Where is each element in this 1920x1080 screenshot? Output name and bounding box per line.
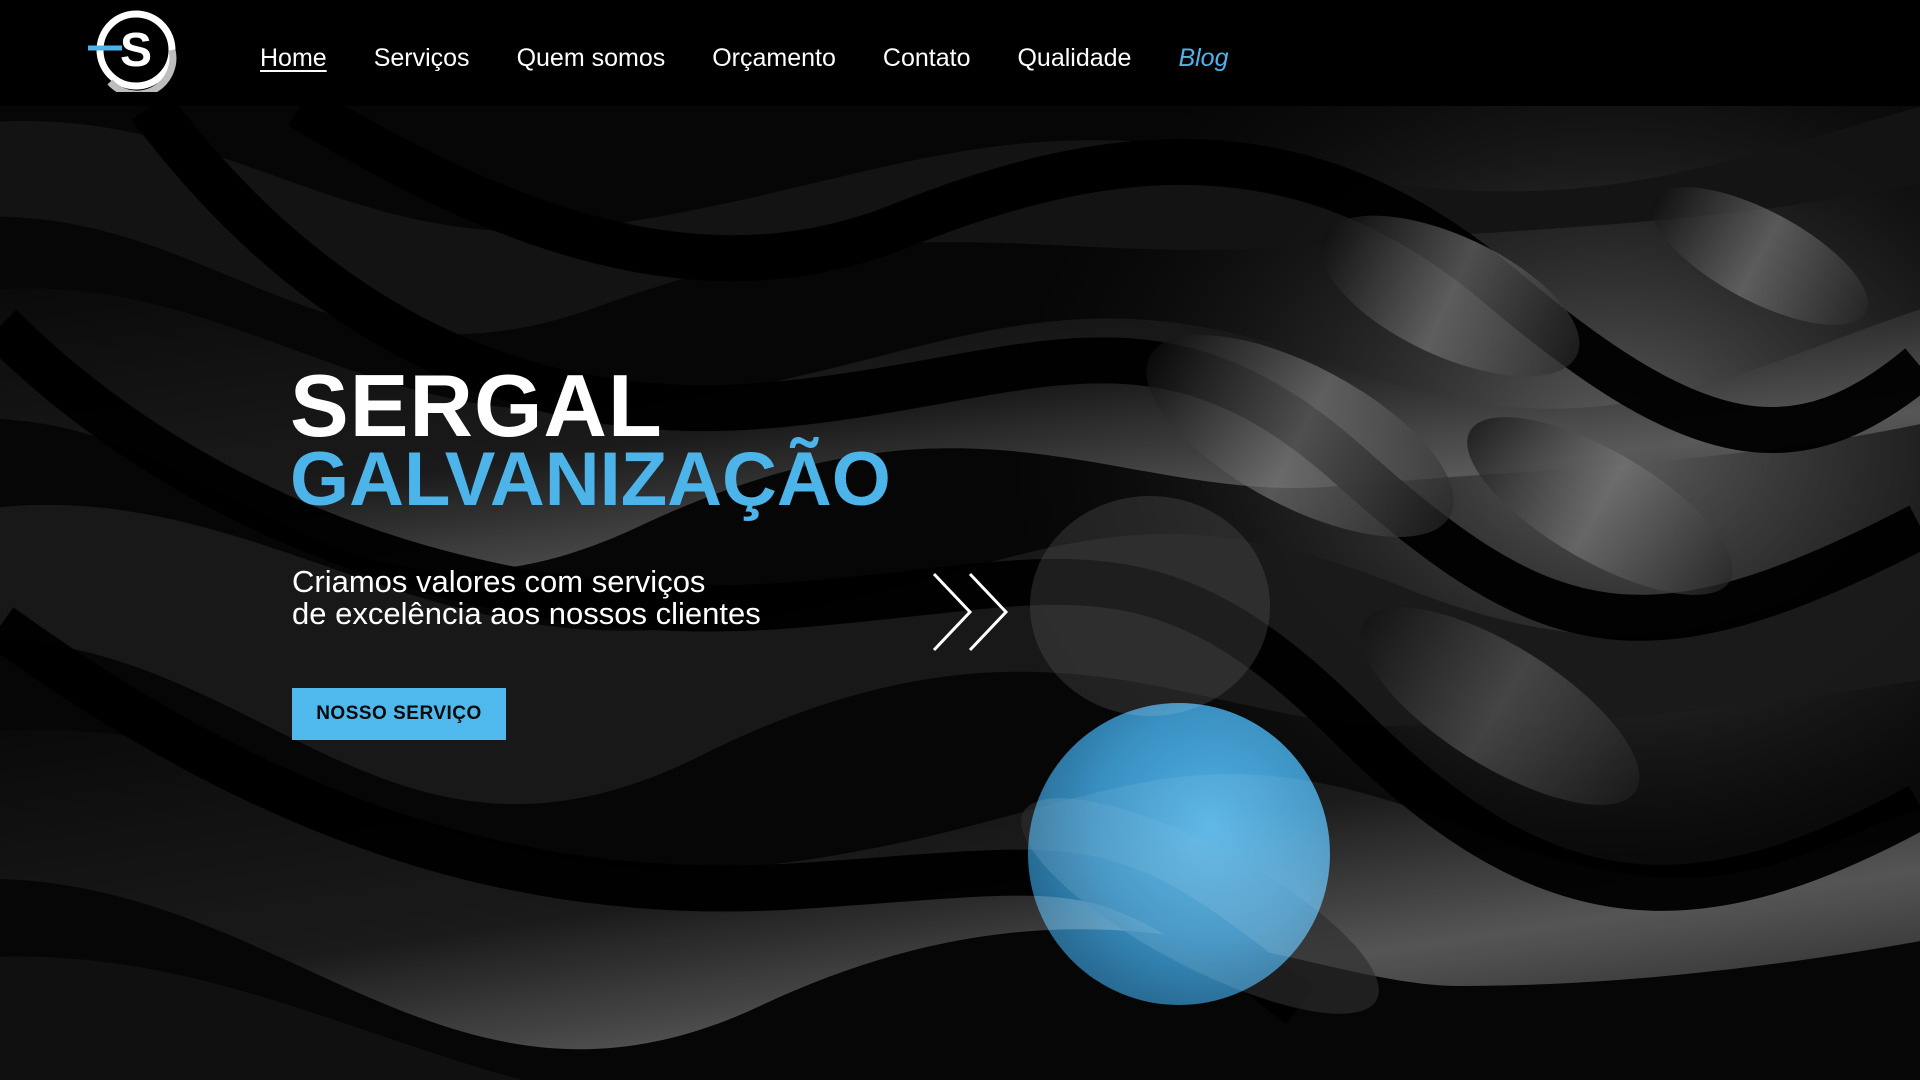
nav-quem-somos[interactable]: Quem somos (517, 44, 666, 73)
nav-qualidade[interactable]: Qualidade (1017, 44, 1131, 73)
double-chevron-right-icon (930, 570, 1016, 654)
hero-subtitle: Criamos valores com serviços de excelênc… (292, 566, 852, 630)
page: S Home Serviços Quem somos Orçamento Con… (0, 0, 1920, 1080)
nav-contato[interactable]: Contato (883, 44, 971, 73)
nav-blog[interactable]: Blog (1178, 44, 1228, 73)
main-nav: Home Serviços Quem somos Orçamento Conta… (260, 0, 1276, 116)
hero-subtitle-line2: de excelência aos nossos clientes (292, 596, 761, 631)
nosso-servico-button[interactable]: NOSSO SERVIÇO (292, 688, 506, 740)
hero-title-galvanizacao: GALVANIZAÇÃO (290, 437, 891, 522)
blue-circle-decoration (1028, 703, 1330, 1005)
nav-servicos[interactable]: Serviços (374, 44, 470, 73)
header: S Home Serviços Quem somos Orçamento Con… (0, 0, 1920, 106)
hero-subtitle-line1: Criamos valores com serviços (292, 564, 706, 599)
logo-icon[interactable]: S (86, 8, 178, 98)
nav-orcamento[interactable]: Orçamento (712, 44, 836, 73)
nav-home[interactable]: Home (260, 44, 327, 73)
logo-letter: S (120, 24, 152, 77)
